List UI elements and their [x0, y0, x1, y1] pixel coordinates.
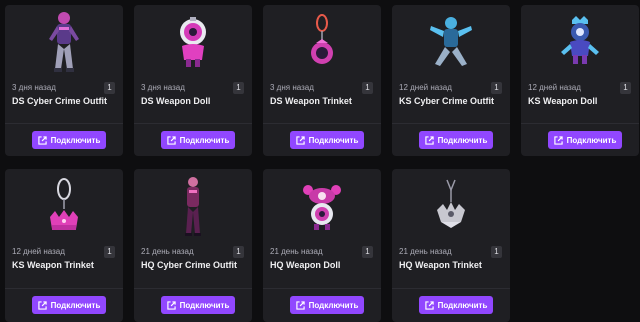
external-link-icon	[166, 300, 176, 310]
divider	[392, 123, 510, 124]
drop-card: 3 дня назад 1 DS Weapon Trinket Подключи…	[263, 5, 381, 156]
divider	[263, 123, 381, 124]
outfit-icon	[185, 176, 201, 236]
connect-button-label: Подключить	[50, 135, 101, 145]
connect-button-label: Подключить	[308, 300, 359, 310]
doll-icon	[561, 15, 599, 64]
drop-time: 12 дней назад	[399, 83, 452, 92]
drop-card: 3 дня назад 1 DS Weapon Doll Подключить	[134, 5, 252, 156]
drop-title: KS Cyber Crime Outfit	[399, 96, 495, 106]
drop-title: HQ Cyber Crime Outfit	[141, 260, 238, 270]
drop-time: 3 дня назад	[12, 83, 56, 92]
drop-thumbnail	[134, 169, 252, 242]
drop-time: 12 дней назад	[528, 83, 581, 92]
connect-button[interactable]: Подключить	[161, 131, 235, 149]
drop-thumbnail	[263, 5, 381, 78]
connect-button[interactable]: Подключить	[290, 131, 364, 149]
drop-thumbnail	[134, 5, 252, 78]
divider	[134, 123, 252, 124]
divider	[5, 123, 123, 124]
connect-button[interactable]: Подключить	[548, 131, 622, 149]
connect-button-label: Подключить	[179, 135, 230, 145]
drop-time: 3 дня назад	[270, 83, 314, 92]
external-link-icon	[37, 300, 47, 310]
doll-icon	[180, 16, 206, 67]
count-badge: 1	[104, 82, 115, 94]
connect-button-label: Подключить	[566, 135, 617, 145]
connect-button[interactable]: Подключить	[32, 296, 106, 314]
drop-card: 21 день назад 1 HQ Weapon Trinket Подклю…	[392, 169, 510, 322]
drops-grid: 3 дня назад 1 DS Cyber Crime Outfit Подк…	[0, 0, 640, 322]
count-badge: 1	[362, 246, 373, 258]
connect-button-label: Подключить	[437, 135, 488, 145]
divider	[134, 288, 252, 289]
doll-icon	[303, 184, 341, 230]
count-badge: 1	[104, 246, 115, 258]
drop-thumbnail	[521, 5, 639, 78]
external-link-icon	[553, 135, 563, 145]
drop-card: 12 дней назад 1 KS Cyber Crime Outfit По…	[392, 5, 510, 156]
drop-time: 12 дней назад	[12, 247, 65, 256]
external-link-icon	[166, 135, 176, 145]
divider	[263, 288, 381, 289]
drop-thumbnail	[5, 5, 123, 78]
connect-button-label: Подключить	[50, 300, 101, 310]
connect-button-label: Подключить	[437, 300, 488, 310]
drop-card: 21 день назад 1 HQ Cyber Crime Outfit По…	[134, 169, 252, 322]
drop-time: 21 день назад	[270, 247, 323, 256]
external-link-icon	[424, 135, 434, 145]
external-link-icon	[295, 300, 305, 310]
connect-button[interactable]: Подключить	[161, 296, 235, 314]
connect-button[interactable]: Подключить	[32, 131, 106, 149]
drop-title: DS Weapon Trinket	[270, 96, 352, 106]
divider	[392, 288, 510, 289]
drop-title: DS Weapon Doll	[141, 96, 211, 106]
divider	[521, 123, 639, 124]
connect-button[interactable]: Подключить	[290, 296, 364, 314]
outfit-icon	[430, 16, 472, 66]
drop-card: 21 день назад 1 HQ Weapon Doll Подключит…	[263, 169, 381, 322]
drop-time: 21 день назад	[399, 247, 452, 256]
drop-card: 12 дней назад 1 KS Weapon Trinket Подклю…	[5, 169, 123, 322]
connect-button-label: Подключить	[308, 135, 359, 145]
drop-thumbnail	[263, 169, 381, 242]
external-link-icon	[295, 135, 305, 145]
connect-button[interactable]: Подключить	[419, 131, 493, 149]
count-badge: 1	[620, 82, 631, 94]
drop-card: 3 дня назад 1 DS Cyber Crime Outfit Подк…	[5, 5, 123, 156]
trinket-icon	[437, 179, 465, 228]
drop-time: 3 дня назад	[141, 83, 185, 92]
drop-title: HQ Weapon Trinket	[399, 260, 482, 270]
trinket-icon	[50, 177, 78, 230]
drop-card: 12 дней назад 1 KS Weapon Doll Подключит…	[521, 5, 639, 156]
connect-button[interactable]: Подключить	[419, 296, 493, 314]
count-badge: 1	[233, 246, 244, 258]
external-link-icon	[37, 135, 47, 145]
outfit-icon	[49, 11, 79, 72]
count-badge: 1	[362, 82, 373, 94]
count-badge: 1	[491, 246, 502, 258]
drop-time: 21 день назад	[141, 247, 194, 256]
drop-title: HQ Weapon Doll	[270, 260, 341, 270]
drop-thumbnail	[5, 169, 123, 242]
count-badge: 1	[491, 82, 502, 94]
drop-thumbnail	[392, 5, 510, 78]
trinket-icon	[311, 13, 333, 64]
divider	[5, 288, 123, 289]
drop-title: DS Cyber Crime Outfit	[12, 96, 108, 106]
drop-thumbnail	[392, 169, 510, 242]
drop-title: KS Weapon Trinket	[12, 260, 94, 270]
drop-title: KS Weapon Doll	[528, 96, 598, 106]
count-badge: 1	[233, 82, 244, 94]
external-link-icon	[424, 300, 434, 310]
connect-button-label: Подключить	[179, 300, 230, 310]
